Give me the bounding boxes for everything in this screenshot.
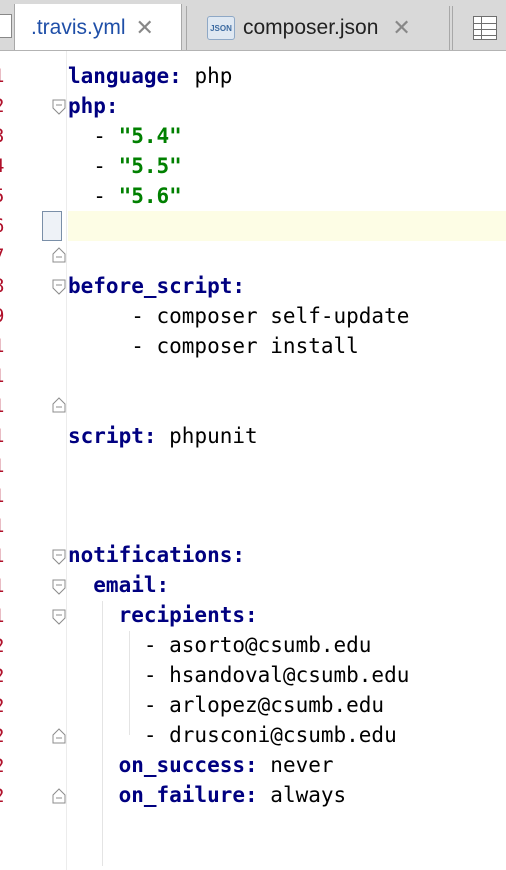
line-number: 13: [0, 421, 5, 451]
code-line[interactable]: - arlopez@csumb.edu: [68, 690, 384, 720]
line-number: 10: [0, 331, 5, 361]
code-line[interactable]: - "5.6": [68, 181, 182, 211]
code-line[interactable]: notifications:: [68, 540, 245, 570]
line-number: 25: [0, 781, 5, 811]
line-number: 16: [0, 511, 5, 541]
line-number: 4: [0, 151, 5, 181]
fold-open-icon[interactable]: [52, 609, 66, 625]
line-number: 2: [0, 91, 5, 121]
line-number: 1: [0, 61, 5, 91]
tab-bar: .travis.yml ✕ JSON composer.json ✕: [0, 0, 506, 51]
code-line[interactable]: script: phpunit: [68, 421, 258, 451]
line-number: 23: [0, 721, 5, 751]
fold-close-icon[interactable]: [52, 788, 66, 804]
fold-close-icon[interactable]: [52, 397, 66, 413]
line-number: 3: [0, 121, 5, 151]
code-line[interactable]: - "5.4": [68, 121, 182, 151]
line-number: 5: [0, 181, 5, 211]
line-number: 20: [0, 631, 5, 661]
line-number: 7: [0, 241, 5, 271]
tab-label: .travis.yml: [31, 15, 126, 39]
line-number: 17: [0, 541, 5, 571]
code-line[interactable]: on_success: never: [68, 750, 334, 780]
line-number: 9: [0, 301, 5, 331]
code-editor[interactable]: language: php php: - "5.4" - "5.5" - "5.…: [42, 51, 506, 870]
tab-composer-json[interactable]: JSON composer.json ✕: [186, 6, 450, 50]
fold-close-icon[interactable]: [52, 728, 66, 744]
line-number: 18: [0, 571, 5, 601]
code-line[interactable]: language: php: [68, 61, 232, 91]
code-line[interactable]: - drusconi@csumb.edu: [68, 720, 397, 750]
line-number: 24: [0, 751, 5, 781]
fold-open-icon[interactable]: [52, 579, 66, 595]
close-icon[interactable]: ✕: [392, 15, 410, 41]
line-number: 11: [0, 361, 5, 391]
line-number: 14: [0, 451, 5, 481]
code-line[interactable]: email:: [68, 570, 169, 600]
editor-gutter: 1234567891011121314151617181920212223242…: [0, 51, 68, 870]
code-line[interactable]: - hsandoval@csumb.edu: [68, 660, 410, 690]
line-number: 8: [0, 271, 5, 301]
table-icon: [473, 16, 497, 40]
fold-open-icon[interactable]: [52, 549, 66, 565]
json-file-icon: JSON: [207, 16, 235, 40]
line-number: 6: [0, 211, 5, 241]
line-number: 22: [0, 691, 5, 721]
line-number: 19: [0, 601, 5, 631]
fold-close-icon[interactable]: [52, 247, 66, 263]
code-line[interactable]: on_failure: always: [68, 780, 347, 810]
gutter-divider: [66, 51, 67, 870]
tab-travis-yml[interactable]: .travis.yml ✕: [14, 4, 182, 50]
fold-open-icon[interactable]: [52, 99, 66, 115]
line-number: 21: [0, 661, 5, 691]
yml-file-icon: [0, 14, 12, 38]
line-number: 15: [0, 481, 5, 511]
code-line[interactable]: - composer self-update: [68, 301, 409, 331]
tab-table-file[interactable]: [452, 6, 506, 50]
line-number: 12: [0, 391, 5, 421]
text-caret: [42, 211, 62, 241]
tab-label: composer.json: [243, 16, 379, 39]
current-line-highlight: [68, 211, 506, 241]
code-line[interactable]: php:: [68, 91, 119, 121]
close-icon[interactable]: ✕: [136, 15, 154, 41]
code-line[interactable]: recipients:: [68, 600, 258, 630]
fold-open-icon[interactable]: [52, 279, 66, 295]
code-line[interactable]: - "5.5": [68, 151, 182, 181]
code-line[interactable]: - asorto@csumb.edu: [68, 630, 372, 660]
code-line[interactable]: - composer install: [68, 331, 359, 361]
code-line[interactable]: before_script:: [68, 271, 245, 301]
